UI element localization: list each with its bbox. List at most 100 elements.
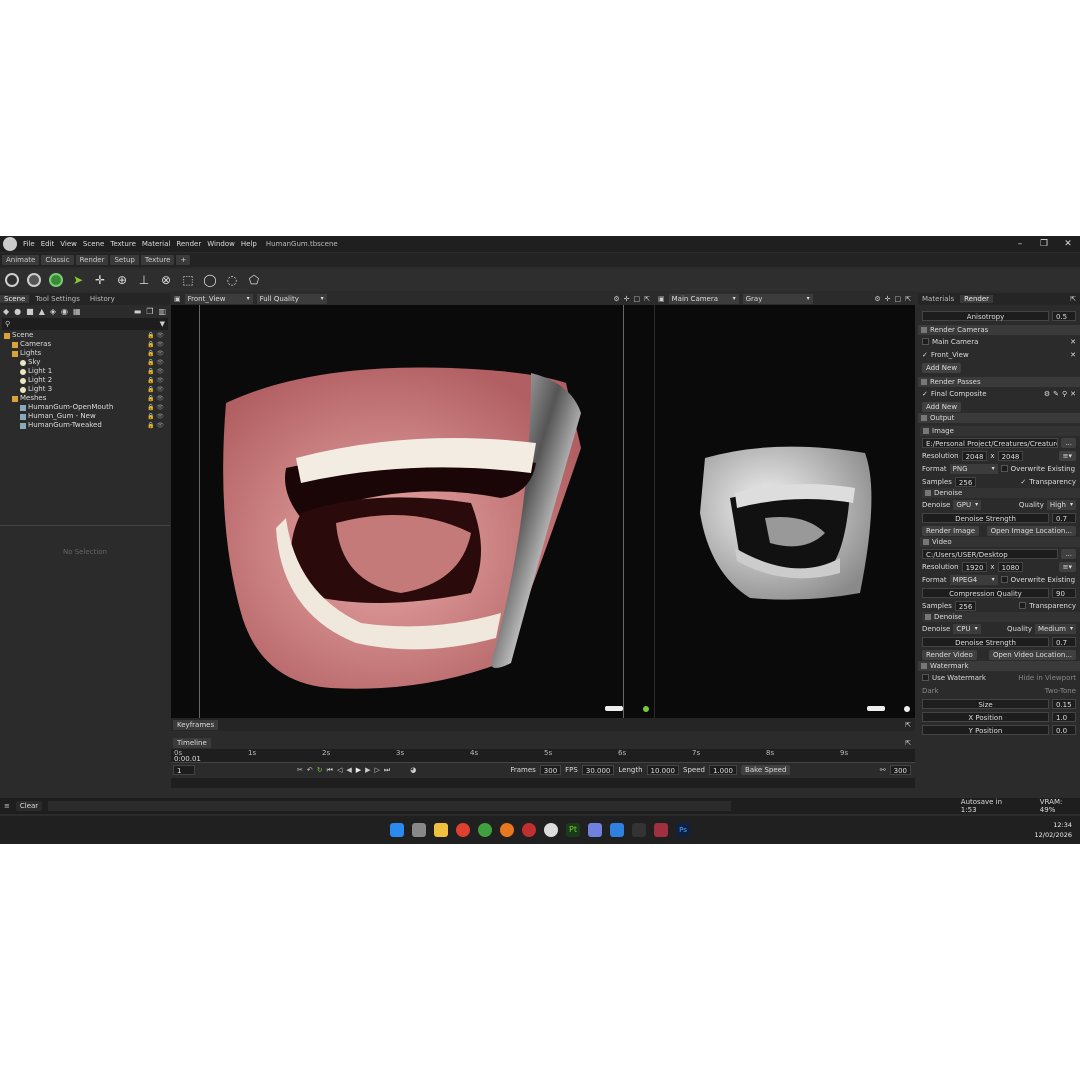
render-passes-header[interactable]: Render Passes [918, 377, 1080, 387]
size-input[interactable]: 0.15 [1052, 698, 1076, 709]
folder-icon[interactable]: ▬ [134, 307, 142, 316]
sphere-render-icon[interactable] [48, 272, 64, 288]
denoise-strength-slider[interactable]: Denoise Strength [922, 512, 1049, 523]
denoise-header[interactable]: Denoise [922, 612, 1080, 622]
tree-item[interactable]: Light 2 🔒 👁 [0, 376, 170, 385]
x-position-slider[interactable]: X Position [922, 711, 1049, 722]
calendar-icon[interactable]: ▦ [73, 307, 81, 316]
end-frame-input[interactable]: 300 [889, 765, 911, 775]
maximize-icon[interactable]: ❐ [1032, 239, 1056, 249]
audio-icon[interactable] [632, 823, 646, 837]
search-icon[interactable]: ⚲ [1062, 390, 1067, 398]
visibility-lock-icon[interactable]: 🔒 👁 [147, 421, 164, 430]
last-frame-icon[interactable]: ⏭ [384, 766, 390, 775]
x-position-input[interactable]: 1.0 [1052, 711, 1076, 722]
image-format-dropdown[interactable]: PNG [949, 463, 998, 474]
frame-input[interactable]: 1 [173, 765, 195, 775]
painter-icon[interactable]: Pt [566, 823, 580, 837]
discord-icon[interactable] [588, 823, 602, 837]
tab-classic[interactable]: Classic [41, 255, 74, 265]
menu-scene[interactable]: Scene [80, 240, 107, 248]
visibility-lock-icon[interactable]: 🔒 👁 [147, 349, 164, 358]
browse-button[interactable]: ... [1061, 437, 1076, 448]
video-height-input[interactable]: 1080 [997, 561, 1024, 572]
image-path-input[interactable]: E:/Personal Project/Creatures/Creature P… [922, 437, 1059, 448]
add-light-icon[interactable]: ● [14, 307, 21, 316]
compression-input[interactable]: 90 [1052, 587, 1076, 598]
tree-item[interactable]: Lights 🔒 👁 [0, 349, 170, 358]
render-image-button[interactable]: Render Image [922, 525, 980, 536]
popout-icon[interactable]: ⇱ [905, 721, 911, 729]
select-arrow-icon[interactable]: ➤ [70, 272, 86, 288]
menu-material[interactable]: Material [139, 240, 173, 248]
fps-input[interactable]: 30.000 [581, 765, 615, 775]
undo-icon[interactable]: ↶ [307, 766, 313, 774]
transparency-checkbox[interactable] [1019, 602, 1027, 609]
move-gizmo-icon[interactable]: ✛ [92, 272, 108, 288]
speed-input[interactable]: 1.000 [708, 765, 738, 775]
menu-file[interactable]: File [20, 240, 38, 248]
transform-gizmo-icon[interactable]: ⊗ [158, 272, 174, 288]
anisotropy-slider[interactable]: Anisotropy [922, 310, 1049, 321]
tab-add[interactable]: + [176, 255, 191, 265]
anisotropy-input[interactable]: 0.5 [1052, 310, 1076, 321]
check-icon[interactable]: ✓ [922, 390, 928, 398]
render-cameras-header[interactable]: Render Cameras [918, 325, 1080, 335]
console-input[interactable] [48, 801, 731, 811]
render-video-button[interactable]: Render Video [922, 649, 977, 660]
close-icon[interactable]: ✕ [1056, 239, 1080, 249]
tree-item[interactable]: HumanGum-OpenMouth 🔒 👁 [0, 403, 170, 412]
image-samples-input[interactable]: 256 [954, 476, 977, 487]
play-icon[interactable]: ▶ [356, 766, 361, 774]
viewport-slider[interactable] [867, 706, 885, 711]
visibility-lock-icon[interactable]: 🔒 👁 [147, 367, 164, 376]
y-position-input[interactable]: 0.0 [1052, 724, 1076, 735]
tree-item[interactable]: Human_Gum - New 🔒 👁 [0, 412, 170, 421]
frames-input[interactable]: 300 [539, 765, 562, 775]
check-icon[interactable]: ✓ [922, 351, 928, 359]
console-icon[interactable]: ≡ [4, 802, 10, 810]
menu-texture[interactable]: Texture [107, 240, 139, 248]
video-denoise-strength-input[interactable]: 0.7 [1052, 636, 1076, 647]
video-format-dropdown[interactable]: MPEG4 [949, 574, 998, 585]
next-frame-icon[interactable]: ▶ [365, 766, 370, 774]
chrome-icon[interactable] [456, 823, 470, 837]
tree-item[interactable]: Light 3 🔒 👁 [0, 385, 170, 394]
visibility-lock-icon[interactable]: 🔒 👁 [147, 376, 164, 385]
loop-icon[interactable]: ↻ [317, 766, 323, 774]
file-explorer-icon[interactable] [434, 823, 448, 837]
check-icon[interactable]: ✓ [1020, 478, 1026, 486]
denoise-strength-input[interactable]: 0.7 [1052, 512, 1076, 523]
tab-render-props[interactable]: Render [960, 295, 994, 303]
visibility-lock-icon[interactable]: 🔒 👁 [147, 412, 164, 421]
tab-setup[interactable]: Setup [110, 255, 139, 265]
image-width-input[interactable]: 2048 [961, 450, 988, 461]
denoise-device-dropdown[interactable]: GPU [953, 499, 982, 510]
video-denoise-device-dropdown[interactable]: CPU [953, 623, 981, 634]
popout-icon[interactable]: ⇱ [1066, 295, 1080, 303]
rect-select-icon[interactable]: ⬚ [180, 272, 196, 288]
tab-tool-settings[interactable]: Tool Settings [31, 295, 84, 303]
y-position-slider[interactable]: Y Position [922, 724, 1049, 735]
output-header[interactable]: Output [918, 413, 1080, 423]
pencil-icon[interactable]: ✎ [1053, 390, 1059, 398]
link-icon[interactable]: ⚯ [880, 766, 886, 774]
filter-icon[interactable]: ▼ [160, 320, 165, 328]
clear-button[interactable]: Clear [15, 801, 43, 811]
tab-keyframes[interactable]: Keyframes [173, 719, 219, 730]
task-view-icon[interactable] [412, 823, 426, 837]
remove-icon[interactable]: ✕ [1070, 351, 1076, 359]
open-video-location-button[interactable]: Open Video Location... [988, 649, 1076, 660]
tab-timeline[interactable]: Timeline [173, 737, 211, 748]
open-image-location-button[interactable]: Open Image Location... [986, 525, 1076, 536]
add-camera-button[interactable]: Add New [922, 362, 962, 373]
first-frame-icon[interactable]: ⏮ [327, 766, 333, 775]
visibility-lock-icon[interactable]: 🔒 👁 [147, 403, 164, 412]
chrome-alt-icon[interactable] [478, 823, 492, 837]
tree-item[interactable]: Sky 🔒 👁 [0, 358, 170, 367]
lasso-select-icon[interactable]: ◌ [224, 272, 240, 288]
scene-search-input[interactable]: ⚲ ▼ [2, 318, 168, 330]
overwrite-checkbox[interactable] [1000, 465, 1008, 472]
prev-key-icon[interactable]: ◁ [337, 766, 342, 774]
compression-slider[interactable]: Compression Quality [922, 587, 1049, 598]
